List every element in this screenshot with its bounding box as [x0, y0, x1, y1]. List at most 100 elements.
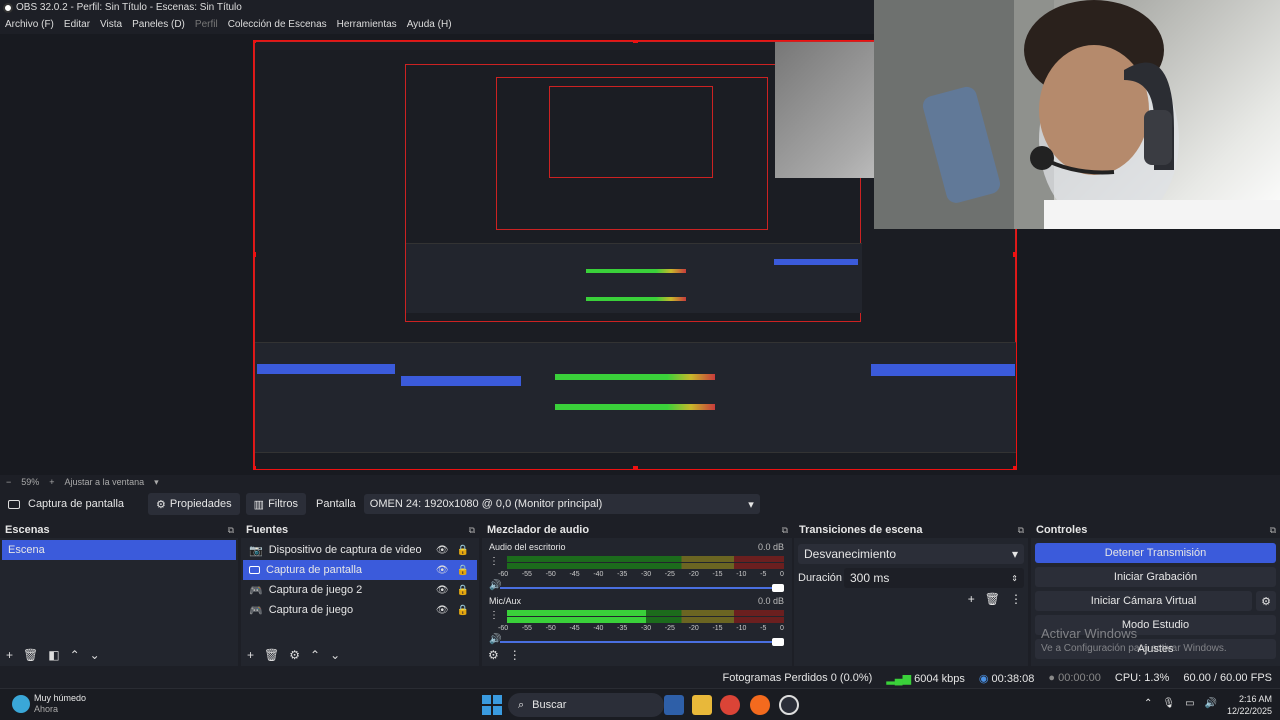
menu-coleccion-escenas[interactable]: Colección de Escenas: [228, 16, 327, 34]
obs-taskbar-icon[interactable]: [779, 695, 799, 715]
weather-icon[interactable]: [12, 695, 30, 713]
scene-item[interactable]: Escena: [2, 540, 236, 560]
eye-icon[interactable]: 👁: [436, 605, 449, 616]
zoom-dropdown-icon[interactable]: ▾: [154, 477, 159, 488]
start-virtual-camera-button[interactable]: Iniciar Cámara Virtual: [1035, 591, 1252, 611]
transition-select[interactable]: Desvanecimiento ▾: [798, 544, 1024, 564]
speaker-icon[interactable]: 🔊: [489, 580, 501, 591]
webcam-feed[interactable]: [874, 0, 1280, 229]
zoom-in-button[interactable]: +: [49, 477, 54, 487]
dock-menu-icon[interactable]: ⧉: [469, 522, 475, 538]
source-item[interactable]: Captura de pantalla 👁 🔒: [243, 560, 477, 580]
menu-editar[interactable]: Editar: [64, 16, 90, 34]
resize-handle-t[interactable]: [633, 41, 638, 43]
channel-menu-icon[interactable]: ⋮: [489, 556, 499, 567]
properties-button[interactable]: ⚙ Propiedades: [148, 493, 240, 515]
eye-icon[interactable]: 👁: [436, 585, 449, 596]
filters-label: Filtros: [268, 498, 299, 510]
windows-start-icon[interactable]: [482, 695, 502, 715]
virtual-camera-settings-gear-icon[interactable]: ⚙: [1256, 591, 1276, 611]
resize-handle-l[interactable]: [254, 252, 256, 257]
move-up-icon[interactable]: ⌃: [310, 648, 320, 662]
filters-button[interactable]: ▥ Filtros: [245, 493, 307, 515]
duration-spinbox[interactable]: 300 ms ⇕: [844, 568, 1024, 588]
add-transition-button[interactable]: +: [968, 592, 975, 606]
dock-menu-icon[interactable]: ⧉: [1270, 522, 1276, 538]
firefox-icon[interactable]: [750, 695, 770, 715]
slider-knob[interactable]: [772, 638, 784, 646]
eye-icon[interactable]: 👁: [436, 545, 449, 556]
task-view-icon[interactable]: [664, 695, 684, 715]
zoom-bar: − 59% + Ajustar a la ventana ▾: [0, 475, 400, 489]
source-item[interactable]: 🎮 Captura de juego 2 👁 🔒: [243, 580, 477, 600]
menu-archivo[interactable]: Archivo (F): [5, 16, 54, 34]
move-up-icon[interactable]: ⌃: [70, 648, 80, 662]
resize-handle-tl[interactable]: [254, 41, 256, 43]
add-source-button[interactable]: +: [247, 648, 254, 662]
lock-icon[interactable]: 🔒: [457, 565, 469, 576]
settings-button[interactable]: Ajustes: [1035, 639, 1276, 659]
transition-menu-icon[interactable]: ⋮: [1010, 592, 1022, 606]
network-icon[interactable]: ▭: [1185, 698, 1194, 709]
volume-slider[interactable]: [500, 584, 784, 592]
zoom-out-button[interactable]: −: [6, 477, 11, 487]
dock-menu-icon[interactable]: ⧉: [782, 522, 788, 538]
advanced-audio-icon[interactable]: ⚙: [488, 648, 499, 662]
add-scene-button[interactable]: +: [6, 648, 13, 662]
resize-handle-bl[interactable]: [254, 466, 256, 469]
resize-handle-b[interactable]: [633, 466, 638, 469]
microphone-icon[interactable]: 🎙: [1162, 698, 1175, 709]
window-title: OBS 32.0.2 - Perfil: Sin Título - Escena…: [16, 2, 242, 13]
meter-tick-label: -30: [640, 625, 652, 632]
source-properties-button[interactable]: ⚙: [289, 648, 300, 662]
scene-filters-button[interactable]: ◧: [48, 648, 59, 662]
volume-icon[interactable]: 🔊: [1205, 698, 1217, 709]
resize-handle-br[interactable]: [1013, 466, 1016, 469]
weather-widget[interactable]: Muy húmedo Ahora: [34, 693, 86, 715]
menu-herramientas[interactable]: Herramientas: [337, 16, 397, 34]
dock-menu-icon[interactable]: ⧉: [1018, 522, 1024, 538]
stop-stream-button[interactable]: Detener Transmisión: [1035, 543, 1276, 563]
menu-vista[interactable]: Vista: [100, 16, 122, 34]
display-select[interactable]: OMEN 24: 1920x1080 @ 0,0 (Monitor princi…: [363, 494, 760, 514]
bitrate-status: ▂▄▆ 6004 kbps: [886, 672, 965, 685]
gear-icon: ⚙: [156, 498, 166, 511]
lock-icon[interactable]: 🔒: [457, 545, 469, 556]
eye-icon[interactable]: 👁: [436, 565, 449, 576]
source-item[interactable]: 📷 Dispositivo de captura de video 👁 🔒: [243, 540, 477, 560]
chrome-icon[interactable]: [720, 695, 740, 715]
channel-menu-icon[interactable]: ⋮: [489, 610, 499, 621]
taskbar-clock[interactable]: 2:16 AM 12/22/2025: [1227, 693, 1272, 717]
dock-menu-icon[interactable]: ⧉: [228, 522, 234, 538]
remove-source-button[interactable]: 🗑: [264, 648, 279, 662]
system-tray: ⌃ 🎙 ▭ 🔊: [1144, 698, 1217, 709]
menu-ayuda[interactable]: Ayuda (H): [407, 16, 452, 34]
chevron-up-icon[interactable]: ⌃: [1144, 698, 1152, 709]
lock-icon[interactable]: 🔒: [457, 605, 469, 616]
status-bar: Fotogramas Perdidos 0 (0.0%) ▂▄▆ 6004 kb…: [0, 668, 1280, 688]
taskbar-search-box[interactable]: ⌕ Buscar: [508, 693, 664, 717]
start-recording-button[interactable]: Iniciar Grabación: [1035, 567, 1276, 587]
audio-mixer-dock: Mezclador de audio ⧉ Audio del escritorio…: [482, 522, 792, 666]
remove-transition-button[interactable]: 🗑: [985, 592, 1000, 606]
zoom-fit-label[interactable]: Ajustar a la ventana: [65, 477, 145, 487]
move-down-icon[interactable]: ⌄: [330, 648, 340, 662]
resize-handle-r[interactable]: [1013, 252, 1016, 257]
mixer-menu-icon[interactable]: ⋮: [509, 648, 521, 662]
move-down-icon[interactable]: ⌄: [90, 648, 100, 662]
source-item[interactable]: 🎮 Captura de juego 👁 🔒: [243, 600, 477, 620]
menu-paneles[interactable]: Paneles (D): [132, 16, 185, 34]
file-explorer-icon[interactable]: [692, 695, 712, 715]
spinner-icon[interactable]: ⇕: [1011, 574, 1018, 583]
remove-scene-button[interactable]: 🗑: [23, 648, 38, 662]
meter-tick-label: -25: [664, 571, 675, 578]
slider-knob[interactable]: [772, 584, 784, 592]
lock-icon[interactable]: 🔒: [457, 585, 469, 596]
menu-perfil[interactable]: Perfil: [195, 16, 218, 34]
record-time-status: ● 00:00:00: [1048, 672, 1101, 684]
speaker-icon[interactable]: 🔊: [489, 634, 501, 645]
volume-slider[interactable]: [500, 638, 784, 646]
studio-mode-button[interactable]: Modo Estudio: [1035, 615, 1276, 635]
source-toolbar: Captura de pantalla ⚙ Propiedades ▥ Filt…: [0, 492, 1280, 516]
source-item-label: Dispositivo de captura de video: [268, 544, 422, 556]
